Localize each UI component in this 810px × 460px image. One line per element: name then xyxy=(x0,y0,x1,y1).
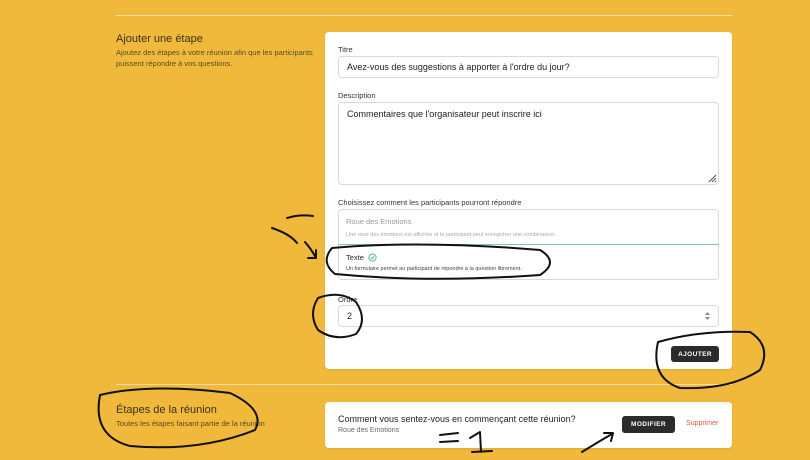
steps-title: Étapes de la réunion xyxy=(116,404,217,416)
top-divider xyxy=(116,15,732,16)
edit-step-button[interactable]: MODIFIER xyxy=(622,416,675,433)
option-description: Une roue des émotions est affichée et le… xyxy=(346,232,556,238)
order-input[interactable]: 2 xyxy=(338,305,719,327)
section-divider xyxy=(116,384,732,385)
stepper-arrows-icon[interactable] xyxy=(704,311,711,321)
resize-handle-icon[interactable] xyxy=(707,173,717,183)
description-label: Description xyxy=(338,91,376,100)
add-button[interactable]: AJOUTER xyxy=(671,346,719,362)
delete-step-link[interactable]: Supprimer xyxy=(686,420,718,427)
arrow-annotation xyxy=(271,214,317,259)
order-label: Ordre xyxy=(338,295,358,304)
add-step-title: Ajouter une étape xyxy=(116,33,203,45)
option-title: Texte xyxy=(346,253,364,262)
add-step-description: Ajoutez des étapes à votre réunion afin … xyxy=(116,48,313,68)
option-title: Roue des Emotions xyxy=(346,217,412,226)
option-text[interactable]: Texte Un formulaire permet au participan… xyxy=(338,246,719,279)
option-description: Un formulaire permet au participant de r… xyxy=(346,266,522,272)
choice-label: Choisissez comment les participants pour… xyxy=(338,198,522,207)
step-item-card: Comment vous sentez-vous en commençant c… xyxy=(325,402,732,448)
steps-description: Toutes les étapes faisant partie de la r… xyxy=(116,419,265,428)
title-input[interactable]: Avez-vous des suggestions à apporter à l… xyxy=(338,56,719,78)
option-emotion-wheel[interactable]: Roue des Emotions Une roue des émotions … xyxy=(338,210,719,245)
title-label: Titre xyxy=(338,45,353,54)
step-question: Comment vous sentez-vous en commençant c… xyxy=(338,414,576,424)
check-circle-icon xyxy=(368,253,377,262)
description-textarea[interactable]: Commentaires que l'organisateur peut ins… xyxy=(338,102,719,185)
step-type: Roue des Emotions xyxy=(338,427,400,434)
